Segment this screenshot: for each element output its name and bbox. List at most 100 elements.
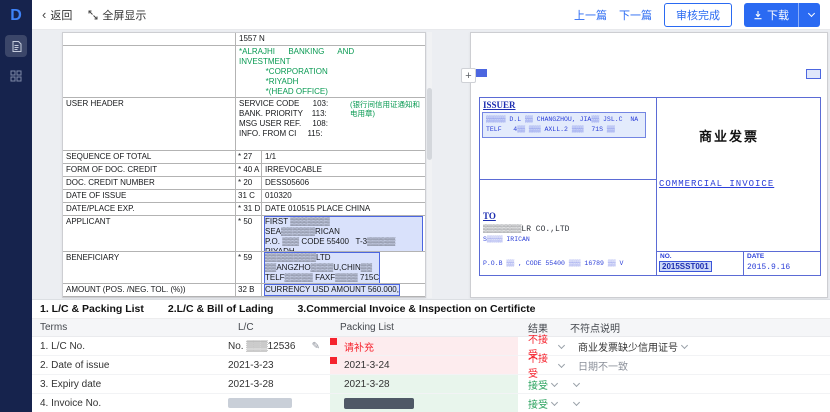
field-tag: 31 C [236, 190, 262, 202]
review-tabs: 1. L/C & Packing List 2.L/C & Bill of La… [32, 300, 830, 319]
lc-value: 2021-3-23 [228, 360, 274, 371]
note-select[interactable]: 商业发票缺少信用证号 [564, 337, 830, 355]
lc-cell: No. ▒▒▒12536 ✎ [200, 337, 330, 355]
invoice-title-en: COMMERCIAL INVOICE [659, 179, 774, 189]
invoice-no-value-highlight[interactable]: 2015SST001 [660, 262, 711, 271]
caret-down-icon [573, 379, 580, 386]
swift-field-row-beneficiary: BENEFICIARY * 59 ▒▒▒▒▒▒▒▒▒LTD ▒▒ANGZHO▒▒… [63, 252, 425, 284]
diff-marker-badge [330, 338, 337, 345]
field-tag: 32 B [236, 284, 262, 296]
packing-cell: 2021-3-28 [330, 375, 518, 393]
review-panel: 1. L/C & Packing List 2.L/C & Bill of La… [32, 299, 830, 412]
invoice-document-page[interactable]: ISSUER ▒▒▒▒▒ D.L ▒▒ CHANGZHOU, JIA▒▒ JSL… [470, 32, 828, 298]
header-lc: L/C [200, 319, 330, 336]
invoice-column-divider [656, 97, 657, 276]
field-label: AMOUNT (POS. /NEG. TOL. (%)) [63, 284, 236, 296]
app-root: D ‹ 返回 全屏显示 上一篇 [0, 0, 830, 412]
zoom-in-button[interactable]: + [461, 68, 476, 83]
topbar-right: 上一篇 下一篇 审核完成 下载 [574, 3, 820, 27]
fullscreen-icon [88, 10, 98, 20]
field-tag: * 50 [236, 216, 262, 251]
download-dropdown-button[interactable] [799, 3, 820, 27]
invoice-title-cn: 商业发票 [699, 126, 759, 145]
redacted-value [344, 398, 414, 409]
issuer-address-highlight[interactable]: ▒▒▒▒▒ D.L ▒▒ CHANGZHOU, JIA▒▒ JSL.C NA T… [483, 113, 645, 137]
edit-pencil-icon[interactable]: ✎ [312, 341, 320, 352]
buyer-attn-line: S▒▒▒▒ IRICAN [483, 235, 530, 245]
swift-service-note: (银行间信用证通知和电用章) [350, 100, 422, 118]
note-cell: 日期不一致 [564, 356, 830, 374]
lc-cell [200, 394, 330, 412]
review-row-date-of-issue: 2. Date of issue 2021-3-23 2021-3-24 不接受… [32, 356, 830, 375]
review-row-expiry-date: 3. Expiry date 2021-3-28 2021-3-28 接受 [32, 375, 830, 394]
highlighted-field-value[interactable]: FIRST ▒▒▒▒▒▒▒ SEA▒▒▒▒▒▒RICAN P.O. ▒▒▒ CO… [265, 217, 422, 252]
packing-value: 2021-3-28 [344, 379, 390, 390]
field-tag: * 20 [236, 177, 262, 189]
tab-lc-bill-of-lading[interactable]: 2.L/C & Bill of Lading [168, 303, 274, 315]
field-value: 010320 [262, 190, 425, 202]
logo-letter: D [10, 7, 22, 25]
swift-field-row: FORM OF DOC. CREDIT * 40 A IRREVOCABLE [63, 164, 425, 177]
swift-label-cell [63, 46, 236, 97]
field-tag: * 31 D [236, 203, 262, 215]
app-logo[interactable]: D [5, 5, 27, 27]
highlighted-field-value[interactable]: ▒▒▒▒▒▒▒▒▒LTD ▒▒ANGZHO▒▒▒▒U,CHIN▒▒ TELF▒▒… [265, 253, 379, 283]
left-doc-scrollbar [427, 32, 432, 298]
field-label: DATE/PLACE EXP. [63, 203, 236, 215]
download-split-button: 下载 [744, 3, 820, 27]
sidebar: D [0, 0, 32, 412]
field-value: DATE 010515 PLACE CHINA [262, 203, 425, 215]
topbar: ‹ 返回 全屏显示 上一篇 下一篇 审核完成 下载 [32, 0, 830, 30]
swift-bank-block: *ALRAJHI BANKING AND INVESTMENT *CORPORA… [236, 46, 425, 97]
swift-user-header-label: USER HEADER [63, 98, 236, 150]
note-value: 商业发票缺少信用证号 [578, 339, 678, 354]
invoice-no-date-splitter [743, 251, 744, 276]
swift-field-row-amount: AMOUNT (POS. /NEG. TOL. (%)) 32 B CURREN… [63, 284, 425, 297]
download-icon [753, 10, 763, 20]
swift-field-row: SEQUENCE OF TOTAL * 27 1/1 [63, 151, 425, 164]
next-article-link[interactable]: 下一篇 [619, 7, 652, 23]
result-value: 接受 [528, 377, 548, 392]
tab-invoice-inspection[interactable]: 3.Commercial Invoice & Inspection on Cer… [297, 303, 535, 315]
result-value: 接受 [528, 396, 548, 411]
download-label: 下载 [767, 7, 789, 23]
review-row-lc-no: 1. L/C No. No. ▒▒▒12536 ✎ 请补充 不接受 商业发票缺少… [32, 337, 830, 356]
invoice-no-label: NO. [660, 253, 672, 260]
lc-value: 2021-3-28 [228, 379, 274, 390]
result-select[interactable]: 接受 [518, 394, 564, 412]
download-button[interactable]: 下载 [744, 3, 799, 27]
result-select[interactable]: 不接受 [518, 356, 564, 374]
field-label: DATE OF ISSUE [63, 190, 236, 202]
caret-down-icon [551, 398, 558, 405]
note-select[interactable] [564, 375, 830, 393]
sidebar-item-documents[interactable] [5, 35, 27, 57]
note-select[interactable] [564, 394, 830, 412]
review-complete-button[interactable]: 审核完成 [664, 3, 732, 27]
swift-field-row: AVAILABLE WITH/BY 41 D ▒▒▒▒▒▒▒ [63, 297, 425, 298]
highlighted-field-value[interactable]: CURRENCY USD AMOUNT 560.000, [265, 285, 399, 295]
swift-service-cell: SERVICE CODE 103: BANK. PRIORITY 113: MS… [236, 98, 425, 150]
fullscreen-button[interactable]: 全屏显示 [88, 7, 146, 23]
packing-cell: 2021-3-24 [330, 356, 518, 374]
field-value: DESS05606 [262, 177, 425, 189]
sidebar-item-dashboard[interactable] [5, 65, 27, 87]
swift-document-page[interactable]: 1557 N *ALRAJHI BANKING AND INVESTMENT *… [62, 32, 426, 298]
swift-field-row-applicant: APPLICANT * 50 FIRST ▒▒▒▒▒▒▒ SEA▒▒▒▒▒▒RI… [63, 216, 425, 252]
scrollbar-thumb[interactable] [427, 88, 432, 160]
prev-article-link[interactable]: 上一篇 [574, 7, 607, 23]
fullscreen-label: 全屏显示 [102, 7, 146, 23]
field-value: IRREVOCABLE [262, 164, 425, 176]
back-button[interactable]: ‹ 返回 [42, 7, 72, 23]
tab-lc-packing-list[interactable]: 1. L/C & Packing List [40, 303, 144, 315]
buyer-company-line: ▒▒▒▒▒▒▒▒LR CO.,LTD [483, 225, 569, 235]
field-label: APPLICANT [63, 216, 236, 251]
lc-value: No. ▒▒▒12536 [228, 341, 295, 352]
field-label: BENEFICIARY [63, 252, 236, 283]
field-tag: 41 D [236, 297, 262, 298]
review-table-header: Terms L/C Packing List 结果 不符点说明 [32, 319, 830, 337]
field-tag: * 59 [236, 252, 262, 283]
result-select[interactable]: 接受 [518, 375, 564, 393]
caret-down-icon [681, 341, 688, 348]
chevron-left-icon: ‹ [42, 8, 46, 21]
lc-cell: 2021-3-28 [200, 375, 330, 393]
